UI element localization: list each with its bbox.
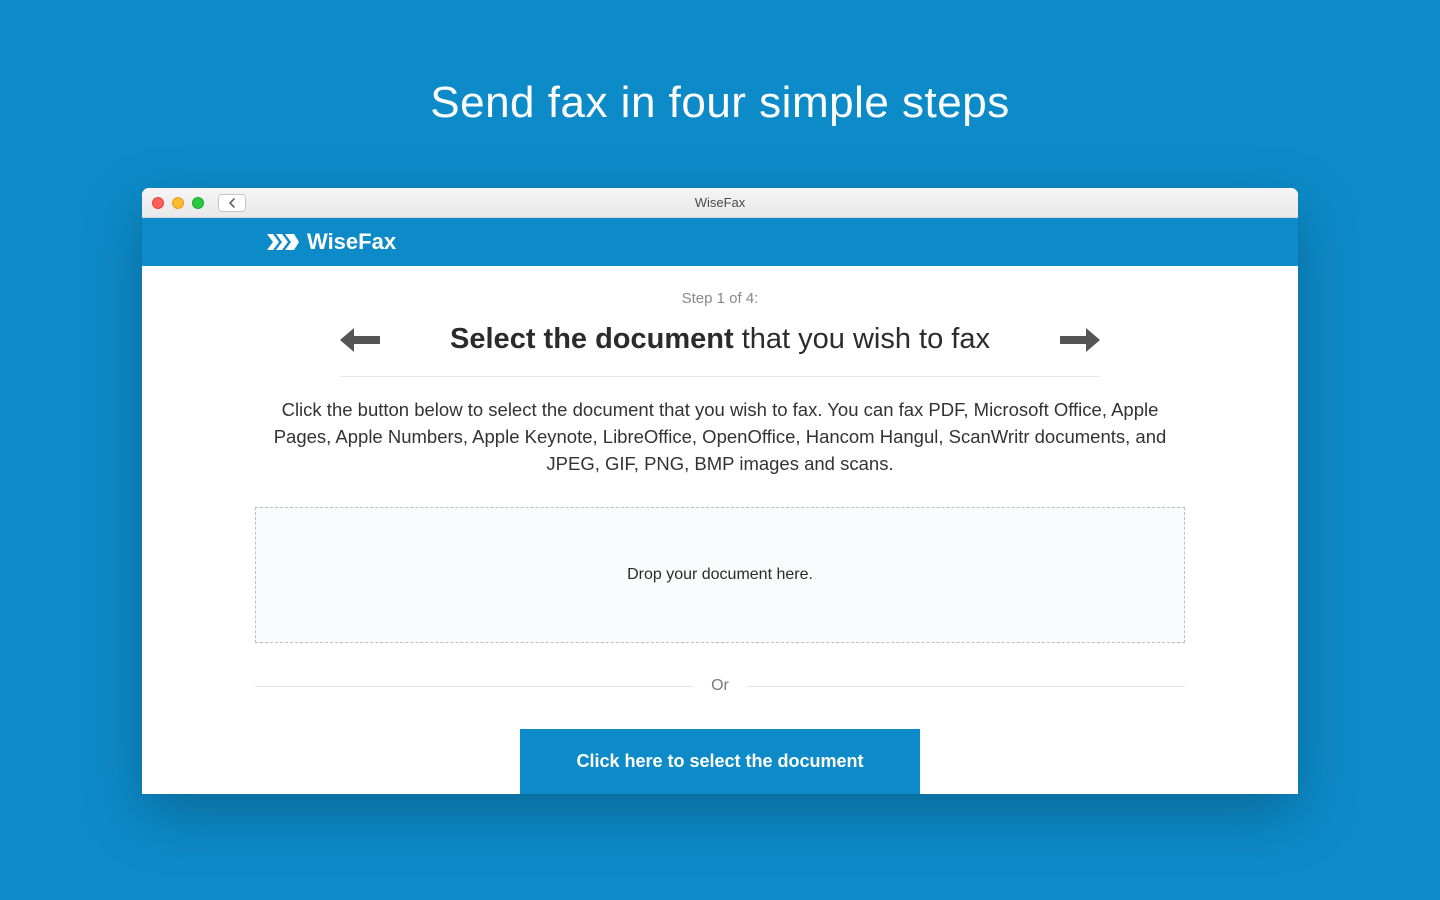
- select-document-button[interactable]: Click here to select the document: [520, 729, 919, 794]
- window-title: WiseFax: [142, 195, 1298, 210]
- page-heading: Send fax in four simple steps: [0, 0, 1440, 128]
- wisefax-logo-icon: [267, 231, 299, 253]
- brand-logo: WiseFax: [267, 229, 396, 255]
- maximize-window-button[interactable]: [192, 197, 204, 209]
- divider: Or: [255, 677, 1185, 695]
- brand-name: WiseFax: [307, 229, 396, 255]
- step-title-bold: Select the document: [450, 323, 734, 355]
- divider-line-left: [255, 686, 693, 687]
- arrow-right-icon: [1060, 324, 1100, 356]
- divider-line-right: [747, 686, 1185, 687]
- step-counter: Step 1 of 4:: [242, 290, 1198, 307]
- chevron-left-icon: [228, 198, 236, 208]
- app-header: WiseFax: [142, 218, 1298, 266]
- divider-text: Or: [693, 677, 747, 695]
- document-dropzone[interactable]: Drop your document here.: [255, 507, 1185, 643]
- step-title-rest: that you wish to fax: [734, 323, 990, 355]
- arrow-left-icon: [340, 324, 380, 356]
- app-window: WiseFax WiseFax Step 1 of 4: Select the …: [142, 188, 1298, 794]
- step-title: Select the document that you wish to fax: [450, 323, 990, 356]
- next-step-button[interactable]: [1060, 324, 1100, 356]
- previous-step-button[interactable]: [340, 324, 380, 356]
- close-window-button[interactable]: [152, 197, 164, 209]
- main-content: Step 1 of 4: Select the document that yo…: [142, 266, 1298, 794]
- window-titlebar: WiseFax: [142, 188, 1298, 218]
- minimize-window-button[interactable]: [172, 197, 184, 209]
- instructions-text: Click the button below to select the doc…: [260, 397, 1180, 477]
- traffic-lights: [152, 197, 204, 209]
- dropzone-label: Drop your document here.: [627, 566, 813, 583]
- back-button[interactable]: [218, 194, 246, 212]
- step-header-row: Select the document that you wish to fax: [340, 315, 1100, 377]
